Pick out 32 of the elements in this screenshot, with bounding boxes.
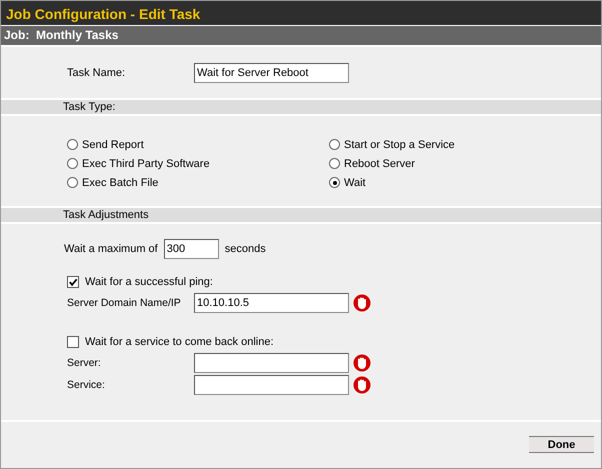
radio-label: Exec Batch File — [82, 176, 158, 188]
radio-button[interactable] — [67, 158, 78, 169]
checkbox[interactable] — [67, 336, 79, 348]
job-bar: Job: Monthly Tasks — [1, 26, 601, 45]
section-header: Task Type: — [1, 100, 601, 114]
task-name-field[interactable]: Wait for Server Reboot — [194, 62, 349, 82]
radio-label: Reboot Server — [344, 158, 415, 170]
radio-button[interactable] — [67, 139, 78, 150]
seconds-field[interactable]: 300 — [164, 239, 219, 259]
task-name-label: Task Name: — [66, 66, 126, 78]
radio-label: Send Report — [82, 138, 144, 150]
field-label: Server: — [66, 357, 102, 369]
radio-label: Exec Third Party Software — [82, 158, 210, 170]
window-title: Job Configuration - Edit Task — [1, 1, 601, 25]
section-header: Task Adjustments — [1, 208, 601, 222]
input-field[interactable] — [194, 375, 349, 395]
radio-label: Wait — [344, 176, 366, 188]
checkbox[interactable] — [67, 276, 79, 288]
field-label: Server Domain Name/IP — [66, 297, 182, 309]
checkbox-label: Wait for a successful ping: — [85, 276, 213, 288]
radio-button[interactable] — [329, 139, 340, 150]
field-label: Service: — [66, 379, 106, 391]
radio-button[interactable] — [329, 177, 340, 188]
input-field[interactable] — [194, 353, 349, 373]
input-field[interactable]: 10.10.10.5 — [194, 293, 349, 313]
radio-button[interactable] — [67, 177, 78, 188]
done-button[interactable]: Done — [529, 436, 594, 453]
seconds-label: seconds — [224, 243, 266, 255]
checkbox-label: Wait for a service to come back online: — [85, 336, 274, 348]
radio-button[interactable] — [329, 158, 340, 169]
wait-label: Wait a maximum of — [64, 243, 158, 255]
radio-label: Start or Stop a Service — [344, 138, 455, 150]
